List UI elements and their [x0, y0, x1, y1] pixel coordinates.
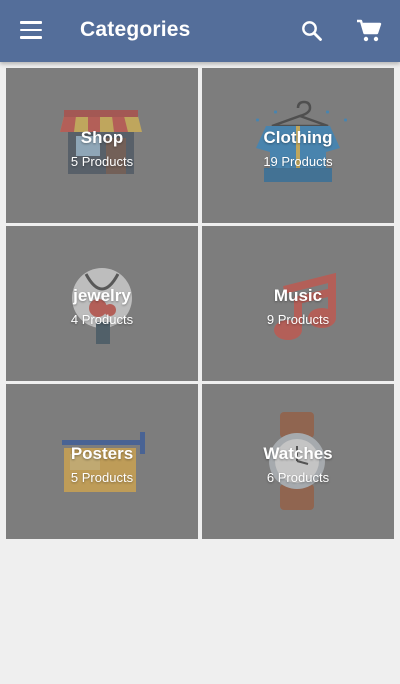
search-icon[interactable] — [300, 19, 324, 43]
category-tile-shop[interactable]: Shop 5 Products — [6, 68, 198, 223]
category-count: 4 Products — [70, 312, 134, 327]
category-name: Music — [273, 286, 323, 305]
app-bar: Categories — [0, 0, 400, 62]
category-grid: Shop 5 Products Clothing 19 Products jew… — [6, 68, 394, 540]
category-name: Clothing — [263, 128, 333, 147]
category-tile-watches[interactable]: Watches 6 Products — [202, 384, 394, 539]
category-name: Shop — [80, 128, 124, 147]
category-count: 9 Products — [266, 312, 330, 327]
category-tile-jewelry[interactable]: jewelry 4 Products — [6, 226, 198, 381]
category-name: Watches — [263, 444, 333, 463]
cart-icon[interactable] — [356, 19, 382, 43]
category-count: 5 Products — [70, 154, 134, 169]
category-tile-clothing[interactable]: Clothing 19 Products — [202, 68, 394, 223]
category-tile-posters[interactable]: Posters 5 Products — [6, 384, 198, 539]
menu-icon[interactable] — [20, 21, 42, 39]
category-name: Posters — [70, 444, 134, 463]
category-count: 19 Products — [263, 154, 333, 169]
category-tile-music[interactable]: Music 9 Products — [202, 226, 394, 381]
page-title: Categories — [80, 18, 191, 41]
category-count: 5 Products — [70, 470, 134, 485]
category-name: jewelry — [73, 286, 131, 305]
category-count: 6 Products — [266, 470, 330, 485]
